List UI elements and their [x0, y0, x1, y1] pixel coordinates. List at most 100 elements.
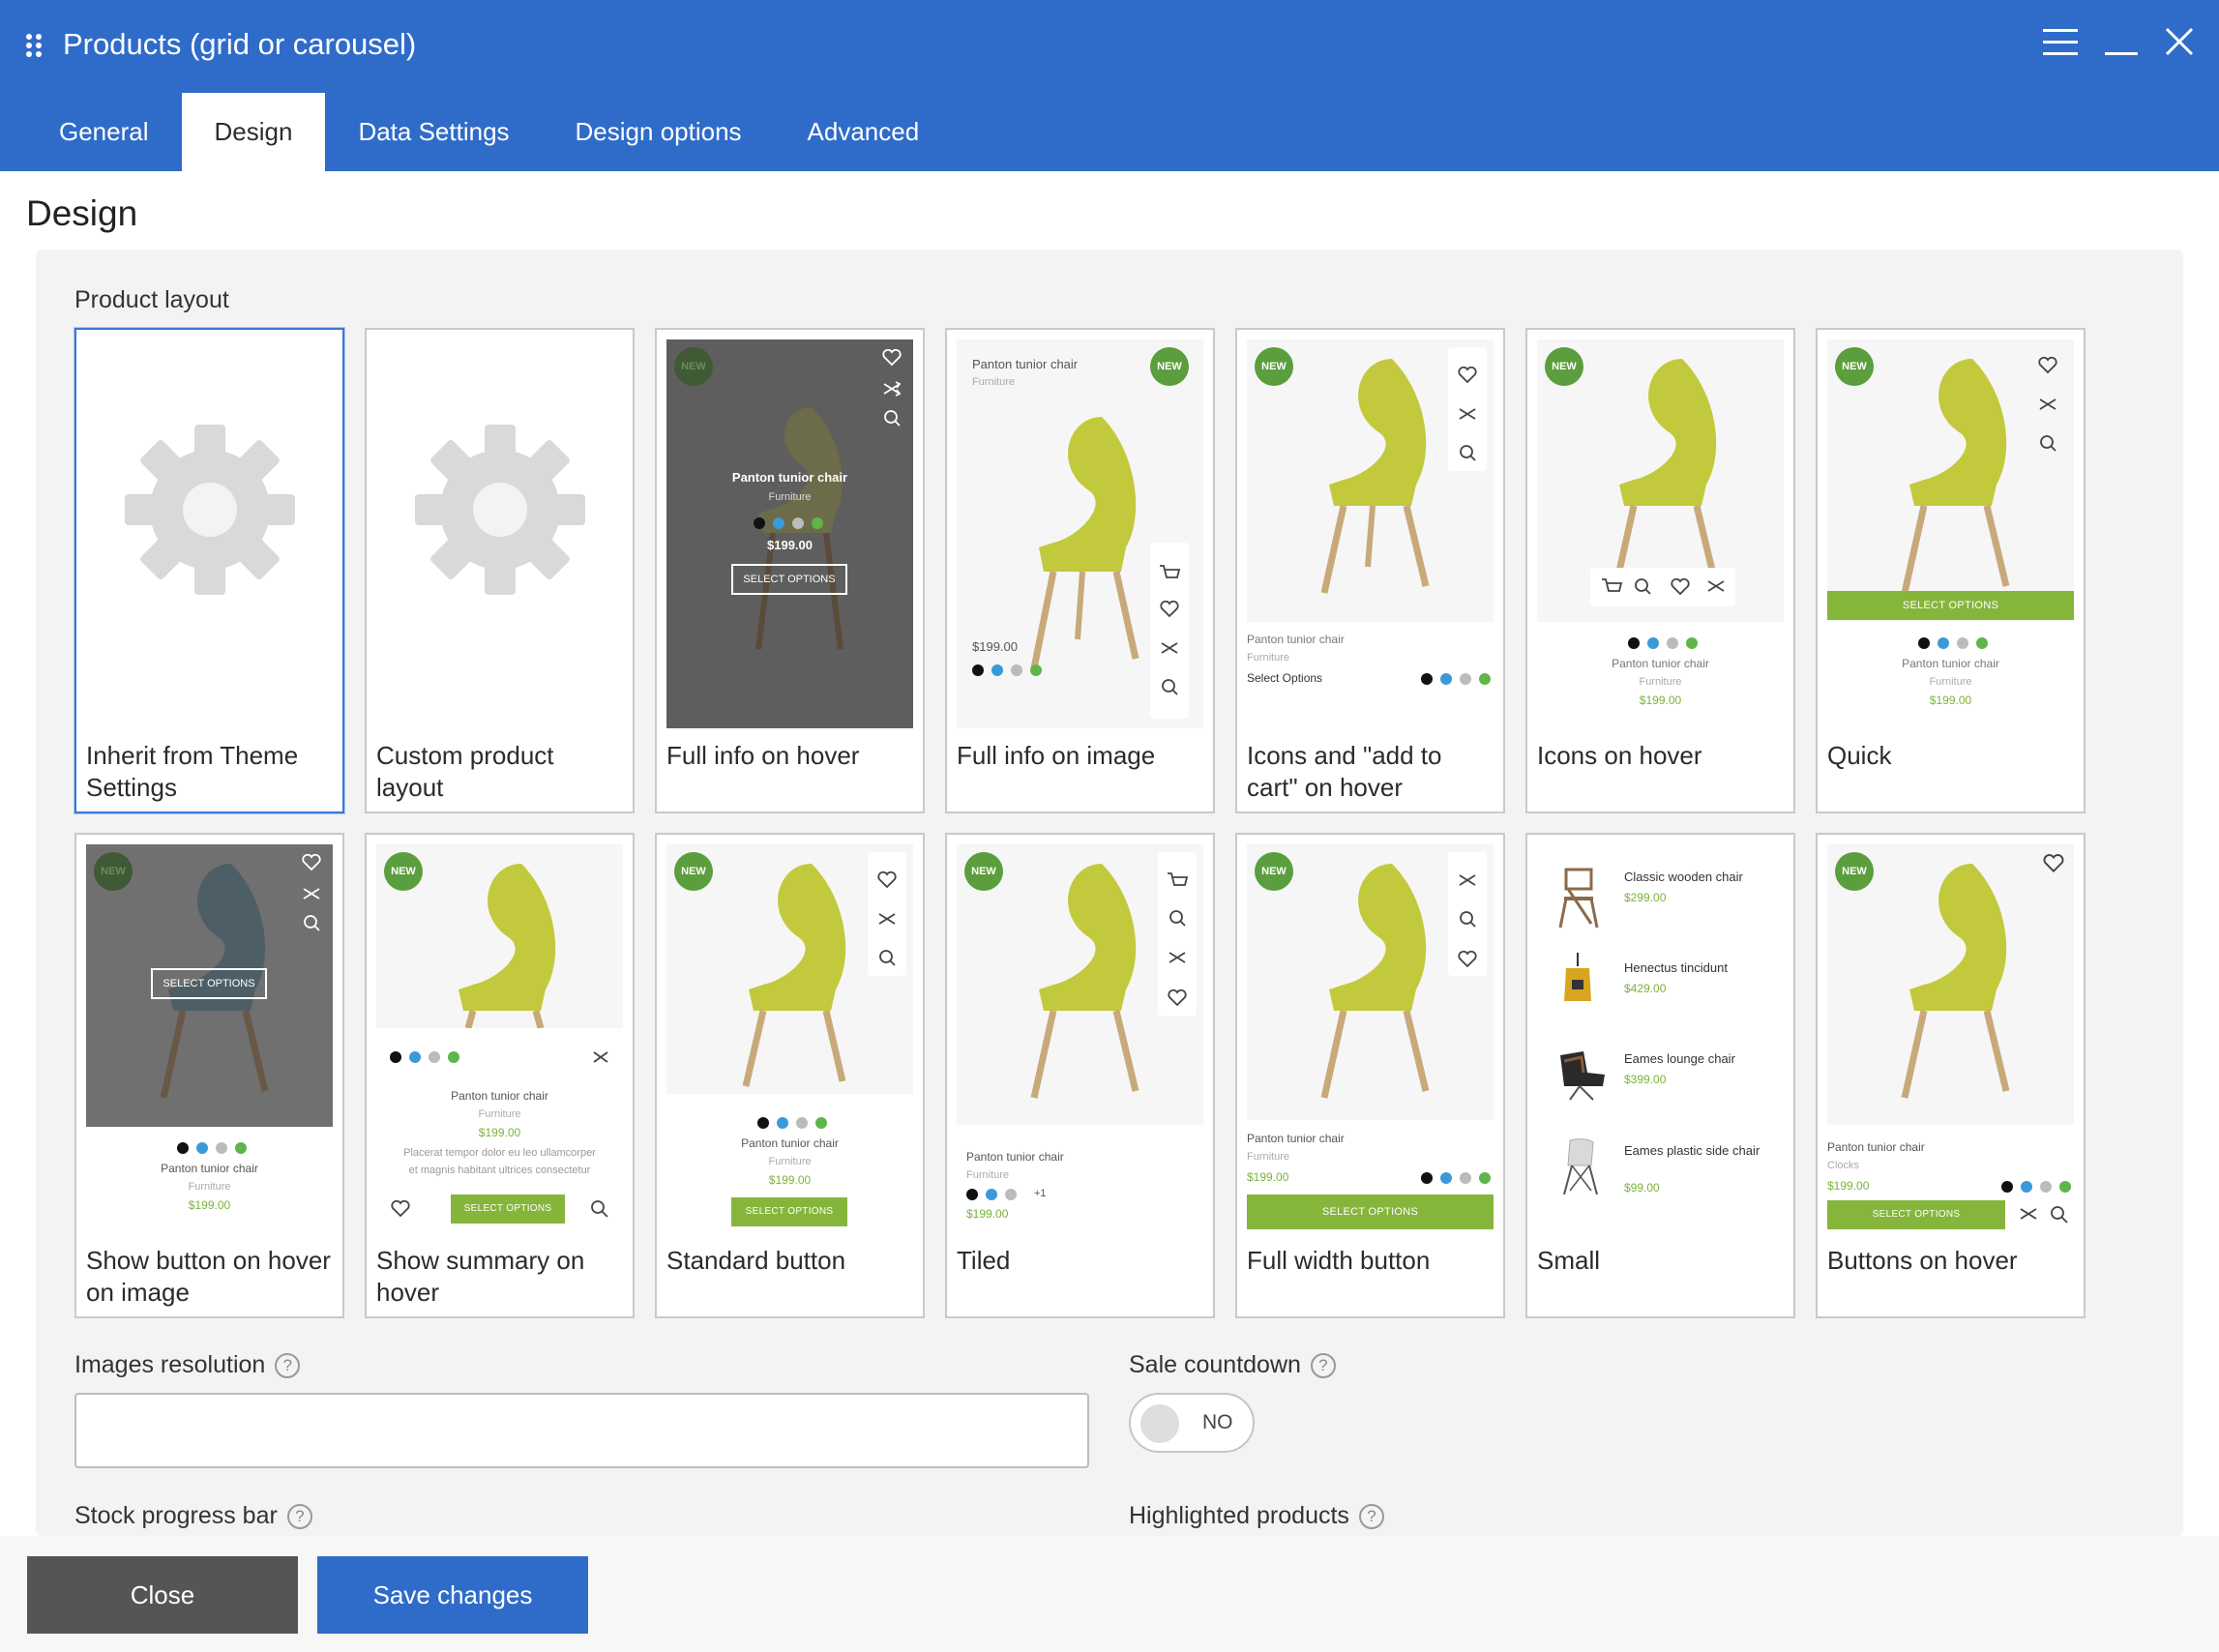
new-badge: NEW [674, 852, 713, 891]
tab-design[interactable]: Design [181, 93, 326, 171]
action-icons [1150, 543, 1189, 719]
stock-progress-bar-field: Stock progress bar? [74, 1502, 312, 1530]
layout-option-full-info-hover[interactable]: NEW Panton tunior chair Furniture $199.0… [655, 328, 925, 813]
tab-design-options[interactable]: Design options [543, 93, 775, 171]
cart-search-compare-wishlist-icons [1168, 872, 1189, 1007]
layout-option-icons-add-to-cart[interactable]: NEW Panton tunior chair Furniture Select… [1235, 328, 1505, 813]
compare-search-icons [2020, 1206, 2068, 1224]
close-button[interactable]: Close [27, 1556, 298, 1634]
product-price: $199.00 [767, 538, 813, 552]
layout-thumbnail: Panton tunior chair Furniture NEW $199.0… [957, 339, 1203, 728]
new-badge: NEW [1835, 852, 1874, 891]
select-options-button: SELECT OPTIONS [1827, 591, 2074, 620]
help-icon[interactable]: ? [1310, 1353, 1336, 1379]
help-icon[interactable]: ? [286, 1504, 312, 1530]
layout-thumbnail: NEW Panton tunior chair Furniture $199.0… [1537, 339, 1784, 728]
tab-advanced[interactable]: Advanced [775, 93, 953, 171]
layout-option-buttons-on-hover[interactable]: NEW Panton tunior chair Clocks $199.00 S… [1816, 833, 2086, 1318]
product-name: Panton tunior chair [161, 1162, 258, 1175]
color-swatches [1918, 637, 1988, 649]
images-resolution-input[interactable] [74, 1393, 1089, 1468]
wishlist-compare-search-icons [302, 853, 321, 931]
layout-option-inherit[interactable]: Inherit from Theme Settings [74, 328, 344, 813]
layout-thumbnail: NEW Panton tunior chair Furniture $199.0… [666, 339, 913, 728]
tab-data-settings[interactable]: Data Settings [325, 93, 542, 171]
product-name: Panton tunior chair [1247, 1132, 1345, 1145]
layout-option-label: Full info on hover [666, 741, 860, 770]
product-name: Panton tunior chair [966, 1150, 1064, 1164]
layout-thumbnail [376, 339, 623, 728]
layout-option-quick[interactable]: NEW SELECT OPTIONS Panton tunior chair F… [1816, 328, 2086, 813]
layout-option-full-info-image[interactable]: Panton tunior chair Furniture NEW $199.0… [945, 328, 1215, 813]
new-badge: NEW [1255, 852, 1293, 891]
search-icon [591, 1200, 608, 1218]
product-category: Furniture [1929, 676, 1972, 688]
new-badge: NEW [674, 347, 713, 386]
layout-option-label: Full width button [1247, 1246, 1431, 1275]
layout-option-icons-on-hover[interactable]: NEW Panton tunior chair Furniture $199.0… [1525, 328, 1795, 813]
images-resolution-field: Images resolution? [74, 1351, 301, 1379]
tab-general[interactable]: General [26, 93, 182, 171]
images-resolution-label: Images resolution [74, 1351, 266, 1378]
product-name: Panton tunior chair [451, 1089, 548, 1103]
product-category: Furniture [188, 1181, 231, 1193]
save-changes-button[interactable]: Save changes [317, 1556, 588, 1634]
product-price: $199.00 [1247, 1170, 1289, 1184]
color-swatches [1421, 1172, 1491, 1184]
layout-option-label: Icons on hover [1537, 741, 1702, 770]
layout-option-label: Show button on hover on image [86, 1246, 331, 1307]
wishlist-compare-search-icons [2038, 356, 2057, 452]
layout-option-standard-button[interactable]: NEW Panton tunior chair Furniture $199.0… [655, 833, 925, 1318]
layout-option-button-hover-image[interactable]: NEW SELECT OPTIONS Panton tunior chair F… [74, 833, 344, 1318]
layout-option-tiled[interactable]: NEW Panton tunior chair Furniture +1 $19… [945, 833, 1215, 1318]
help-icon[interactable]: ? [275, 1353, 301, 1379]
action-icons [1448, 347, 1487, 471]
new-badge: NEW [1150, 347, 1189, 386]
layout-option-custom[interactable]: Custom product layout [365, 328, 635, 813]
layout-option-small[interactable]: Classic wooden chair $299.00 Henectus ti… [1525, 833, 1795, 1318]
product-category: Furniture [768, 491, 812, 503]
wooden-chair-image [1558, 868, 1599, 929]
select-options-button: SELECT OPTIONS [731, 1197, 847, 1226]
lamp-image [1564, 953, 1591, 1001]
layout-thumbnail: Classic wooden chair $299.00 Henectus ti… [1537, 844, 1784, 1233]
new-badge: NEW [1255, 347, 1293, 386]
hamburger-menu-icon[interactable] [2039, 23, 2084, 62]
product-price: $199.00 [972, 639, 1018, 654]
lounge-chair-image [1560, 1051, 1605, 1101]
sale-countdown-toggle[interactable]: NO [1129, 1393, 1255, 1453]
action-icons [868, 852, 906, 976]
new-badge: NEW [1835, 347, 1874, 386]
layout-option-label: Full info on image [957, 741, 1156, 770]
product-price: $399.00 [1624, 1073, 1667, 1086]
layout-thumbnail: NEW Panton tunior chair Furniture +1 $19… [957, 844, 1203, 1233]
layout-option-summary-hover[interactable]: NEW Panton tunior chair Furniture $199.0… [365, 833, 635, 1318]
help-icon[interactable]: ? [1358, 1504, 1384, 1530]
product-price: $429.00 [1624, 982, 1667, 995]
layout-option-full-width-button[interactable]: NEW Panton tunior chair Furniture $199.0… [1235, 833, 1505, 1318]
close-icon[interactable] [2157, 23, 2202, 62]
product-category: Furniture [1247, 1151, 1290, 1163]
layout-thumbnail: NEW Panton tunior chair Furniture $199.0… [376, 844, 623, 1233]
layout-thumbnail: NEW SELECT OPTIONS Panton tunior chair F… [1827, 339, 2074, 728]
product-name: Panton tunior chair [1902, 657, 1999, 670]
action-icons [1158, 852, 1197, 1017]
new-badge: NEW [384, 852, 423, 891]
stock-progress-bar-label: Stock progress bar [74, 1502, 278, 1529]
product-name: Panton tunior chair [731, 470, 848, 485]
minimize-icon[interactable] [2099, 23, 2144, 62]
layout-thumbnail: NEW Panton tunior chair Furniture Select… [1247, 339, 1494, 728]
product-price: $199.00 [1639, 693, 1682, 707]
product-layout-label: Product layout [74, 286, 229, 313]
drag-handle-icon[interactable] [25, 33, 44, 58]
new-badge: NEW [94, 852, 133, 891]
color-swatches [754, 517, 823, 529]
product-category: Furniture [966, 1169, 1010, 1181]
product-price: $199.00 [768, 1173, 812, 1187]
dialog-header: Products (grid or carousel) General Desi… [0, 0, 2219, 171]
color-swatches [757, 1117, 827, 1129]
product-name: Panton tunior chair [1612, 657, 1709, 670]
cart-wishlist-compare-search-icons [1160, 565, 1181, 695]
product-name: Classic wooden chair [1624, 870, 1743, 884]
sale-countdown-label: Sale countdown [1129, 1351, 1301, 1378]
